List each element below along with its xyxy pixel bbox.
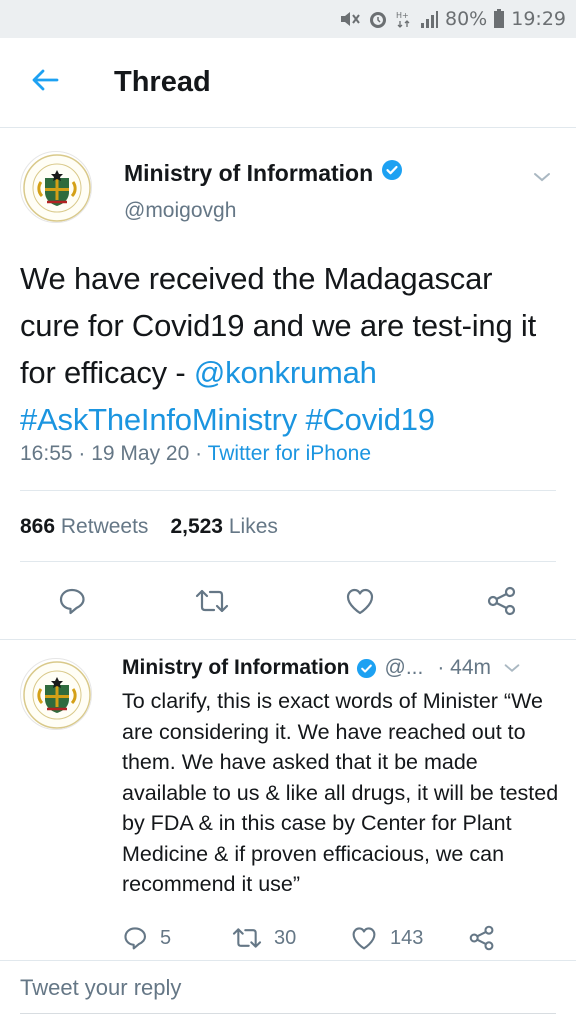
tweet-actions <box>0 581 576 625</box>
thread-header: Thread <box>0 38 576 128</box>
tweet-text: We have received the Madagascar cure for… <box>20 255 560 443</box>
likes-count[interactable]: 2,523 Likes <box>170 515 277 539</box>
divider <box>20 561 556 562</box>
retweet-button[interactable]: 30 <box>232 925 350 951</box>
reply-author-handle[interactable]: @... <box>385 656 424 680</box>
reply-count: 5 <box>160 926 172 949</box>
page-title: Thread <box>114 66 211 98</box>
alarm-icon <box>367 8 389 30</box>
reply-input[interactable]: Tweet your reply <box>20 975 556 1009</box>
like-button[interactable] <box>340 581 380 621</box>
share-button[interactable] <box>482 581 522 621</box>
mute-icon <box>339 9 361 29</box>
signal-icon <box>419 9 439 29</box>
reply-author-name[interactable]: Ministry of Information <box>122 656 350 680</box>
retweet-icon <box>195 589 229 613</box>
share-icon <box>487 586 516 616</box>
retweet-icon <box>232 928 262 948</box>
reply-text: To clarify, this is exact words of Minis… <box>122 689 559 896</box>
reply-input-underline <box>20 1013 556 1014</box>
tweet-date: 19 May 20 <box>91 442 190 465</box>
author-handle[interactable]: @moigovgh <box>124 199 236 223</box>
likes-number: 2,523 <box>170 515 223 538</box>
verified-icon <box>381 159 403 187</box>
reply-icon <box>124 927 147 950</box>
ghana-coat-of-arms-logo <box>23 154 91 222</box>
battery-icon <box>493 9 505 29</box>
like-button[interactable]: 143 <box>350 925 468 951</box>
retweets-number: 866 <box>20 515 56 538</box>
likes-label: Likes <box>228 515 278 538</box>
hashtag-link[interactable]: #Covid19 <box>305 402 435 437</box>
like-icon <box>352 927 376 950</box>
reply-tweet[interactable]: Ministry of Information @... · 44m To cl… <box>0 640 576 960</box>
reply-button[interactable]: 5 <box>122 925 232 951</box>
reply-time: · 44m <box>437 656 492 679</box>
tweet-meta: 16:55 · 19 May 20 · Twitter for iPhone <box>20 442 371 465</box>
status-bar: H+ 80% 19:29 <box>0 0 576 38</box>
reply-button[interactable] <box>52 581 92 621</box>
tweet-source[interactable]: Twitter for iPhone <box>208 442 371 465</box>
data-icon: H+ <box>395 9 413 29</box>
clock: 19:29 <box>511 8 566 30</box>
retweet-count: 30 <box>274 926 297 949</box>
author-name[interactable]: Ministry of Information <box>124 159 403 187</box>
reply-header: Ministry of Information @... · 44m <box>122 656 562 680</box>
author-avatar[interactable] <box>20 151 92 223</box>
share-icon <box>469 925 494 951</box>
verified-icon <box>356 658 377 679</box>
reply-icon <box>59 588 85 615</box>
main-tweet: Ministry of Information @moigovgh We hav… <box>0 129 576 639</box>
chevron-down-icon[interactable] <box>530 165 554 189</box>
reply-author-avatar[interactable] <box>20 658 92 730</box>
divider <box>20 490 556 491</box>
engagement-counts: 866 Retweets 2,523 Likes <box>20 515 278 539</box>
share-button[interactable] <box>468 925 496 951</box>
author-name-text: Ministry of Information <box>124 159 374 186</box>
back-arrow-icon <box>31 68 59 97</box>
mention-link[interactable]: @konkrumah <box>194 355 377 390</box>
retweet-button[interactable] <box>192 581 232 621</box>
tweet-time: 16:55 <box>20 442 73 465</box>
like-count: 143 <box>390 926 424 949</box>
retweets-count[interactable]: 866 Retweets <box>20 515 148 539</box>
retweets-label: Retweets <box>60 515 149 538</box>
battery-percent: 80% <box>445 8 488 30</box>
chevron-down-icon[interactable] <box>501 657 523 679</box>
back-button[interactable] <box>20 58 70 108</box>
like-icon <box>346 588 374 615</box>
reply-composer: Tweet your reply <box>0 960 576 1024</box>
ghana-coat-of-arms-logo <box>23 661 91 729</box>
reply-actions: 5 30 143 <box>122 922 562 954</box>
hashtag-link[interactable]: #AskTheInfoMinistry <box>20 402 297 437</box>
svg-text:H+: H+ <box>396 11 409 20</box>
